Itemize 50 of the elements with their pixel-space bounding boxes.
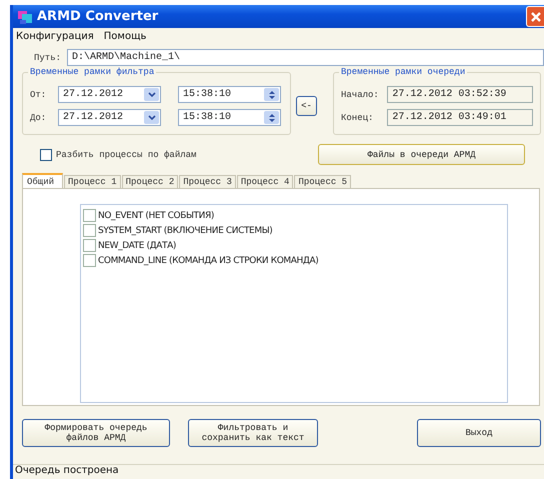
- status-bar: Очередь построена: [13, 464, 544, 479]
- dropdown-icon[interactable]: [144, 88, 159, 101]
- field-label: Начало:: [341, 90, 380, 100]
- field-label: До:: [30, 112, 48, 122]
- event-label: NO_EVENT (НЕТ СОБЫТИЯ): [98, 210, 214, 220]
- spin-icon[interactable]: [264, 111, 279, 124]
- date-value: 27.12.2012: [63, 112, 124, 123]
- action-button[interactable]: Выход: [417, 419, 541, 447]
- path-field[interactable]: D:\ARMD\Machine_1\: [67, 49, 544, 66]
- action-button[interactable]: Формировать очередь файлов АРМД: [22, 419, 170, 447]
- time-spinner[interactable]: 15:38:10: [178, 109, 281, 126]
- tab[interactable]: Общий: [22, 173, 64, 188]
- date-picker[interactable]: 27.12.2012: [58, 86, 161, 103]
- checkbox[interactable]: [83, 239, 96, 252]
- time-value: 15:38:10: [183, 89, 232, 100]
- tab[interactable]: Процесс 2: [122, 175, 178, 188]
- spin-icon[interactable]: [264, 88, 279, 101]
- close-button[interactable]: [526, 6, 544, 27]
- copy-button[interactable]: <-: [296, 96, 317, 116]
- close-icon: [530, 10, 542, 22]
- group-title: Временные рамки фильтра: [28, 67, 156, 77]
- menu-item[interactable]: Конфигурация: [16, 31, 94, 42]
- menu-item[interactable]: Помощь: [104, 31, 146, 42]
- time-spinner[interactable]: 15:38:10: [178, 86, 281, 103]
- checkbox[interactable]: [83, 209, 96, 222]
- tab[interactable]: Процесс 4: [236, 175, 294, 188]
- checkbox-label: Разбить процессы по файлам: [56, 150, 198, 160]
- group-title: Временные рамки очереди: [339, 67, 468, 77]
- app-icon: [17, 8, 33, 24]
- tab[interactable]: Процесс 5: [294, 175, 352, 188]
- checkbox[interactable]: [83, 254, 96, 267]
- action-button[interactable]: Фильтровать и сохранить как текст: [188, 419, 318, 447]
- checkbox[interactable]: [83, 224, 96, 237]
- event-label: NEW_DATE (ДАТА): [98, 240, 176, 250]
- path-label: Путь:: [34, 52, 62, 62]
- checkbox[interactable]: [40, 148, 52, 160]
- event-label: COMMAND_LINE (КОМАНДА ИЗ СТРОКИ КОМАНДА): [98, 256, 318, 266]
- tab[interactable]: Процесс 3: [179, 175, 236, 188]
- time-value: 15:38:10: [183, 112, 232, 123]
- time-field: 27.12.2012 03:49:01: [387, 109, 533, 126]
- tab[interactable]: Процесс 1: [64, 175, 121, 188]
- field-label: От:: [30, 90, 48, 100]
- field-label: Конец:: [341, 112, 374, 122]
- event-label: SYSTEM_START (ВКЛЮЧЕНИЕ СИСТЕМЫ): [98, 226, 272, 236]
- queue-files-button[interactable]: Файлы в очереди АРМД: [318, 144, 525, 165]
- date-picker[interactable]: 27.12.2012: [58, 109, 161, 126]
- time-field: 27.12.2012 03:52:39: [387, 86, 533, 103]
- window-title: ARMD Converter: [37, 9, 160, 24]
- dropdown-icon[interactable]: [144, 111, 159, 124]
- date-value: 27.12.2012: [63, 89, 124, 100]
